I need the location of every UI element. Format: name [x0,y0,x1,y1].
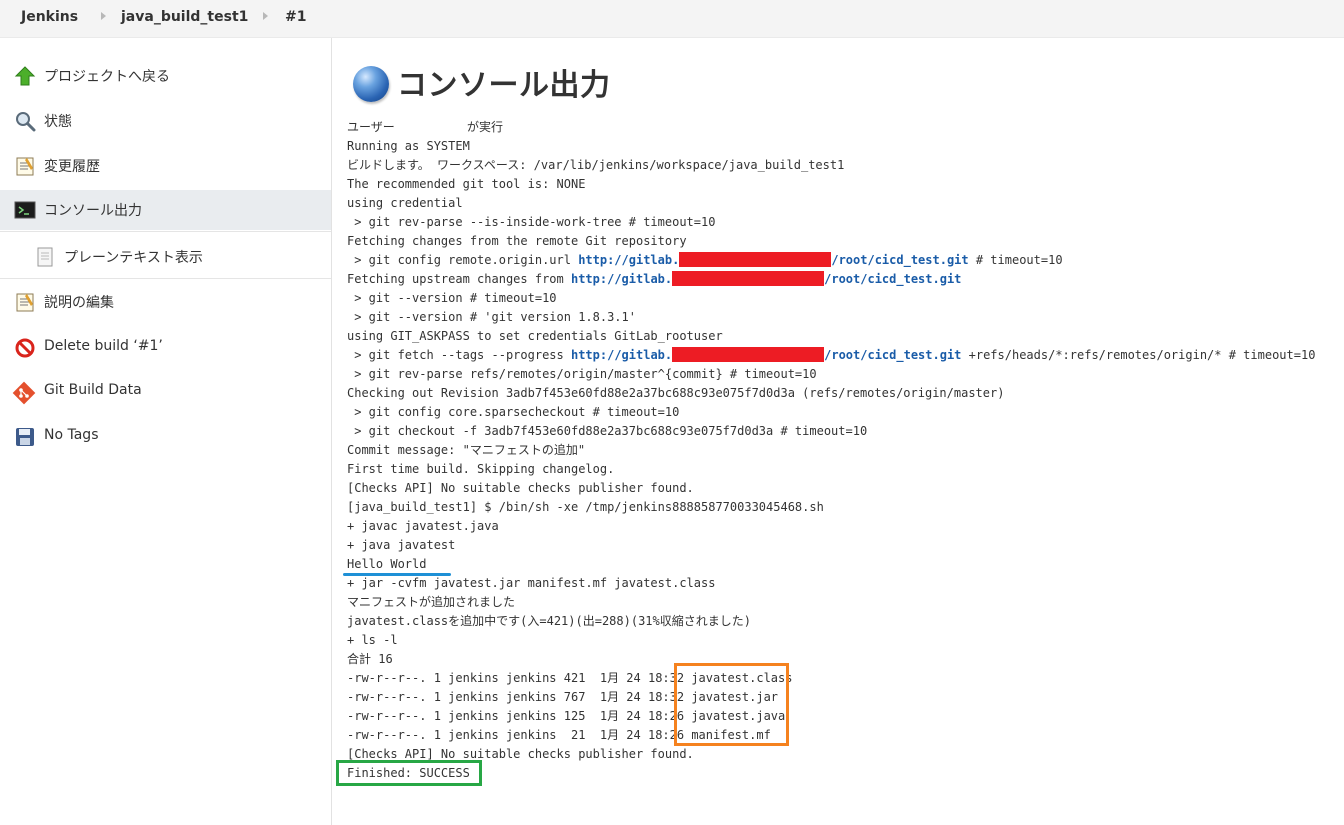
sidebar: プロジェクトへ戻る 状態 変更履歴 コンソール出力 プレーンテキスト表示 説明の… [0,38,332,825]
console-line: Checking out Revision 3adb7f453e60fd88e2… [347,386,1005,400]
console-line: Fetching upstream changes from http://gi… [347,270,1315,289]
console-line: [java_build_test1] $ /bin/sh -xe /tmp/je… [347,500,824,514]
breadcrumb-build[interactable]: #1 [285,9,306,25]
sidebar-item-label: 説明の編集 [44,295,114,311]
file-list-highlight-box [674,663,789,746]
redaction-bar [672,347,825,362]
console-line: > git rev-parse --is-inside-work-tree # … [347,215,716,229]
console-line: > git fetch --tags --progress http://git… [347,346,1315,365]
console-line: ユーザー が実行 [347,120,504,134]
console-line: > git --version # timeout=10 [347,291,557,305]
redaction-bar [679,252,832,267]
console-line: -rw-r--r--. 1 jenkins jenkins 767 1月 24 … [347,690,779,704]
console-line: javatest.classを追加中です(入=421)(出=288)(31%収縮… [347,614,751,628]
hello-world-underline [343,573,451,576]
console-line: > git config core.sparsecheckout # timeo… [347,405,680,419]
console-line: Fetching changes from the remote Git rep… [347,234,687,248]
sidebar-item-console-output[interactable]: コンソール出力 [0,190,331,230]
console-line: Commit message: "マニフェストの追加" [347,443,586,457]
console-line: -rw-r--r--. 1 jenkins jenkins 421 1月 24 … [347,671,793,685]
sidebar-item-label: 変更履歴 [44,159,100,175]
sidebar-item-changes[interactable]: 変更履歴 [0,146,331,186]
sidebar-item-label: 状態 [44,114,72,130]
up-arrow-icon [14,65,36,87]
console-text: Fetching upstream changes from [347,272,571,286]
sidebar-item-edit-description[interactable]: 説明の編集 [0,282,331,322]
sidebar-item-label: No Tags [44,427,99,443]
main-content: コンソール出力 ユーザー が実行 Running as SYSTEM ビルドします。… [333,38,1344,825]
success-highlight-box [336,760,482,786]
sidebar-item-git-build-data[interactable]: Git Build Data [0,372,331,412]
document-icon [34,246,56,268]
console-text: > git config remote.origin.url [347,253,579,267]
sidebar-item-back-to-project[interactable]: プロジェクトへ戻る [0,56,331,96]
console-text: # timeout=10 [968,253,1063,267]
chevron-right-icon [101,12,106,20]
gitlab-link[interactable]: /root/cicd_test.git [831,253,968,267]
console-line: Hello World [347,557,427,571]
console-line: + java javatest [347,538,456,552]
save-icon [14,426,36,448]
console-line: > git --version # 'git version 1.8.3.1' [347,310,636,324]
console-line: + javac javatest.java [347,519,499,533]
console-text: +refs/heads/*:refs/remotes/origin/* # ti… [961,348,1316,362]
breadcrumb-jenkins[interactable]: Jenkins [21,9,78,25]
chevron-right-icon [263,12,268,20]
console-line: ビルドします。 ワークスペース: /var/lib/jenkins/worksp… [347,158,845,172]
sidebar-item-label: Delete build ‘#1’ [44,338,163,354]
magnifier-icon [14,110,36,132]
console-line: Running as SYSTEM [347,139,470,153]
sidebar-item-label: プロジェクトへ戻る [44,69,170,85]
console-line: [Checks API] No suitable checks publishe… [347,747,694,761]
git-icon [12,381,36,405]
redaction-bar [672,271,825,286]
breadcrumb-job[interactable]: java_build_test1 [121,9,248,25]
console-line: 合計 16 [347,652,393,666]
sidebar-item-status[interactable]: 状態 [0,101,331,141]
console-text: > git fetch --tags --progress [347,348,571,362]
gitlab-link[interactable]: http://gitlab. [571,272,672,286]
sidebar-item-label: Git Build Data [44,382,142,398]
console-line: -rw-r--r--. 1 jenkins jenkins 125 1月 24 … [347,709,786,723]
console-line: > git config remote.origin.url http://gi… [347,251,1315,270]
console-line: > git checkout -f 3adb7f453e60fd88e2a37b… [347,424,868,438]
console-line: > git rev-parse refs/remotes/origin/mast… [347,367,817,381]
console-ball-icon [353,66,389,102]
console-line: -rw-r--r--. 1 jenkins jenkins 21 1月 24 1… [347,728,771,742]
console-line: マニフェストが追加されました [347,595,516,609]
sidebar-item-label: プレーンテキスト表示 [64,250,203,266]
breadcrumb: Jenkins java_build_test1 #1 [0,0,1344,38]
console-line: [Checks API] No suitable checks publishe… [347,481,694,495]
console-line: + jar -cvfm javatest.jar manifest.mf jav… [347,576,716,590]
console-output: ユーザー が実行 Running as SYSTEM ビルドします。 ワークスペース… [347,118,1315,783]
sidebar-item-label: コンソール出力 [44,203,142,219]
console-line: The recommended git tool is: NONE [347,177,586,191]
no-entry-icon [14,337,36,359]
sidebar-item-no-tags[interactable]: No Tags [0,417,331,457]
sidebar-item-plain-text[interactable]: プレーンテキスト表示 [0,237,331,277]
divider [0,231,331,232]
console-line: using GIT_ASKPASS to set credentials Git… [347,329,723,343]
gitlab-link[interactable]: /root/cicd_test.git [824,272,961,286]
terminal-icon [14,199,36,221]
console-line: Finished: SUCCESS [347,766,470,780]
gitlab-link[interactable]: /root/cicd_test.git [824,348,961,362]
console-line: First time build. Skipping changelog. [347,462,615,476]
notepad-icon [14,155,36,177]
sidebar-item-delete-build[interactable]: Delete build ‘#1’ [0,328,331,368]
console-line: + ls -l [347,633,398,647]
console-line: using credential [347,196,463,210]
gitlab-link[interactable]: http://gitlab. [571,348,672,362]
page-title: コンソール出力 [397,68,611,103]
notepad-icon [14,291,36,313]
divider [0,278,331,279]
gitlab-link[interactable]: http://gitlab. [578,253,679,267]
